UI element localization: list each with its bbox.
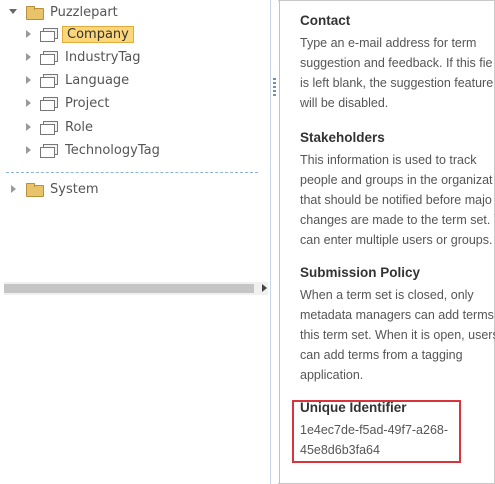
horizontal-scrollbar[interactable] [4,282,268,295]
submission-policy-section: Submission Policy When a term set is clo… [300,265,495,385]
tree-node-label: Puzzlepart [50,4,118,20]
tree-node-industrytag[interactable]: IndustryTag [24,47,143,67]
expand-arrow-icon[interactable] [24,29,34,39]
section-text-line: can add terms from a tagging [300,348,463,362]
expand-arrow-icon[interactable] [24,145,34,155]
expand-arrow-icon[interactable] [24,98,34,108]
group-separator [6,172,258,173]
section-text-line: this term set. When it is open, users [300,328,495,342]
term-set-icon [40,50,58,65]
section-text-line: that should be notified before majo [300,193,492,207]
section-text-line: application. [300,368,364,382]
tree-node-label: Language [65,72,130,88]
pane-splitter[interactable] [270,0,278,484]
section-text-line: This information is used to track [300,153,477,167]
term-set-icon [40,96,58,111]
tree-node-system[interactable]: System [9,179,101,199]
tree-node-technologytag[interactable]: TechnologyTag [24,140,163,160]
section-text-line: is left blank, the suggestion feature [300,76,494,90]
expand-arrow-icon[interactable] [9,184,19,194]
section-text-line: can enter multiple users or groups. [300,233,493,247]
tree-node-label: System [50,181,99,197]
folder-icon [25,5,44,20]
term-set-icon [40,143,58,158]
section-heading: Submission Policy [300,265,421,280]
section-text-line: changes are made to the term set. ` [300,213,495,227]
pane-divider-line [279,0,280,484]
section-text-line: metadata managers can add terms [300,308,494,322]
scroll-right-arrow-icon[interactable] [262,284,267,292]
tree-node-company[interactable]: Company [24,24,134,44]
expand-arrow-icon[interactable] [24,122,34,132]
expand-arrow-icon[interactable] [24,52,34,62]
expand-arrow-icon[interactable] [24,75,34,85]
section-text-line: will be disabled. [300,96,389,110]
section-text-line: Type an e-mail address for term [300,36,477,50]
section-text-line: people and groups in the organizat [300,173,493,187]
section-heading: Contact [300,13,351,28]
collapse-arrow-icon[interactable] [9,7,19,17]
tree-node-label: IndustryTag [65,49,141,65]
term-set-icon [40,73,58,88]
tree-node-label: Project [65,95,110,111]
tree-node-label: TechnologyTag [65,142,160,158]
tree-node-language[interactable]: Language [24,70,132,90]
tree-node-label: Role [65,119,94,135]
tree-node-puzzlepart[interactable]: Puzzlepart [9,2,121,22]
folder-icon [25,182,44,197]
section-heading: Stakeholders [300,130,385,145]
annotation-highlight-box [292,400,461,463]
term-set-icon [40,27,58,42]
splitter-grip-icon[interactable] [273,78,276,98]
term-store-tree: Puzzlepart Company IndustryTag Language … [0,0,270,484]
section-text-line: suggestion and feedback. If this fie [300,56,493,70]
term-set-icon [40,120,58,135]
tree-node-label: Company [62,25,134,43]
scrollbar-thumb[interactable] [4,284,254,293]
tree-node-project[interactable]: Project [24,93,112,113]
contact-section: Contact Type an e-mail address for term … [300,13,495,113]
stakeholders-section: Stakeholders This information is used to… [300,130,495,250]
section-text-line: When a term set is closed, only [300,288,474,302]
tree-node-role[interactable]: Role [24,117,96,137]
